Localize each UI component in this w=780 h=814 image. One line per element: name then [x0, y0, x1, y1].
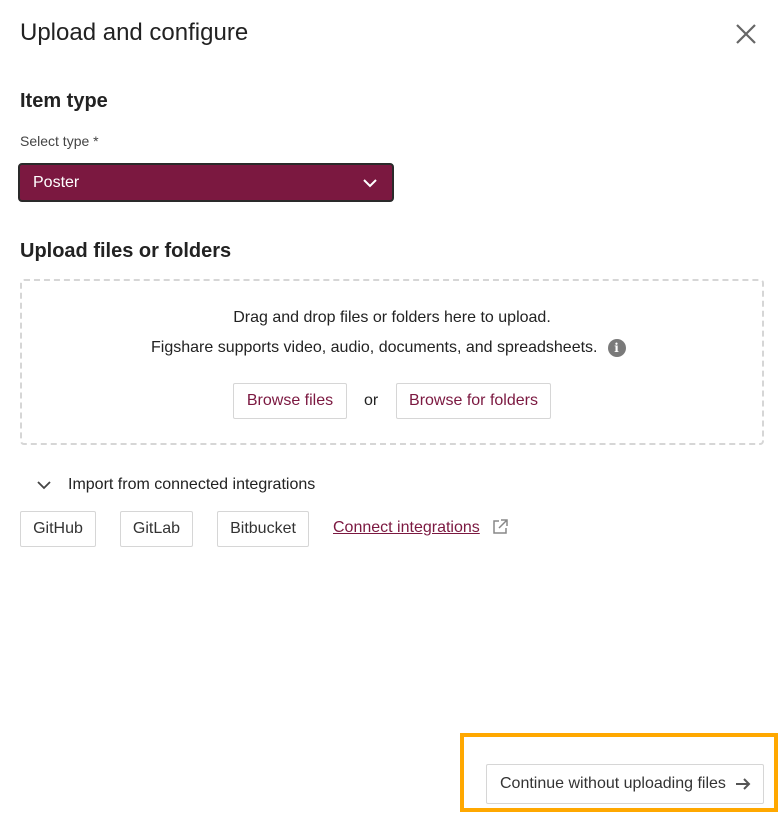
dialog-title: Upload and configure [20, 19, 249, 46]
select-type-label: Select type * [20, 133, 99, 149]
supported-formats-text: Figshare supports video, audio, document… [151, 339, 598, 356]
or-separator: or [364, 392, 379, 409]
bitbucket-button[interactable]: Bitbucket [217, 511, 309, 547]
dropzone-instructions: Drag and drop files or folders here to u… [233, 309, 551, 326]
upload-heading: Upload files or folders [20, 240, 232, 262]
github-button[interactable]: GitHub [20, 511, 96, 547]
supported-formats-row: Figshare supports video, audio, document… [151, 339, 626, 357]
import-integrations-toggle[interactable]: Import from connected integrations [36, 476, 315, 494]
continue-label: Continue without uploading files [500, 775, 726, 792]
external-link-icon[interactable] [491, 518, 509, 536]
item-type-heading: Item type [20, 90, 108, 112]
item-type-selected-value: Poster [33, 173, 80, 191]
gitlab-button[interactable]: GitLab [120, 511, 193, 547]
browse-folders-button[interactable]: Browse for folders [396, 383, 551, 419]
info-icon[interactable]: i [607, 339, 626, 357]
arrow-right-icon [736, 778, 751, 790]
connect-integrations-link[interactable]: Connect integrations [333, 519, 480, 537]
upload-configure-dialog: Upload and configure Item type Select ty… [0, 0, 780, 814]
close-icon[interactable] [733, 21, 759, 47]
browse-files-button[interactable]: Browse files [233, 383, 347, 419]
chevron-down-icon [37, 481, 51, 490]
upload-dropzone[interactable]: Drag and drop files or folders here to u… [20, 279, 764, 445]
item-type-select[interactable]: Poster [18, 163, 394, 202]
chevron-down-icon [363, 179, 377, 188]
continue-without-upload-button[interactable]: Continue without uploading files [486, 764, 764, 804]
import-integrations-label: Import from connected integrations [68, 476, 316, 493]
